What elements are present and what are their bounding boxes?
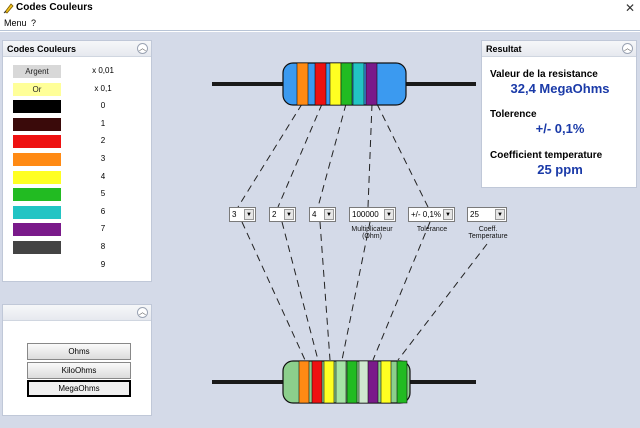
band-connector-line: [372, 221, 431, 361]
tolerance-select[interactable]: +/- 0,1% ▼: [408, 207, 455, 222]
resistor-band: [340, 62, 353, 106]
chevron-down-icon[interactable]: ▼: [284, 209, 294, 220]
coeff-select[interactable]: 25 ▼: [467, 207, 507, 222]
multiplier-select[interactable]: 100000 ▼: [349, 207, 396, 222]
top-resistor: [212, 62, 476, 106]
resistor-band: [323, 360, 335, 404]
band-connector-line: [317, 103, 347, 208]
select-value: 3: [232, 210, 237, 219]
band-connector-line: [237, 103, 303, 208]
chevron-down-icon[interactable]: ▼: [244, 209, 254, 220]
select-value: 4: [312, 210, 317, 219]
resistor-band: [367, 360, 379, 404]
resistor-band: [346, 360, 358, 404]
resistor-band: [358, 360, 370, 404]
resistor-band: [311, 360, 323, 404]
chevron-down-icon[interactable]: ▼: [324, 209, 334, 220]
select-value: +/- 0,1%: [411, 210, 442, 219]
multiplier-label-line2: (Ohm): [362, 233, 382, 240]
multiplier-label-line1: Multiplicateur: [351, 226, 393, 233]
chevron-down-icon[interactable]: ▼: [384, 209, 394, 220]
coeff-label-line2: Temperature: [468, 233, 508, 240]
resistor-band: [365, 62, 378, 106]
band-connector-line: [277, 103, 323, 208]
band-connector-line: [281, 221, 319, 361]
resistor-band: [380, 360, 392, 404]
digit2-select[interactable]: 2 ▼: [269, 207, 296, 222]
tolerance-label-field: Tolerance: [402, 226, 462, 233]
band-connector-line: [397, 243, 488, 361]
resistor-band: [296, 62, 309, 106]
band-connector-line: [241, 221, 306, 361]
select-value: 25: [470, 210, 479, 219]
bottom-resistor: [212, 360, 476, 404]
chevron-down-icon[interactable]: ▼: [443, 209, 453, 220]
multiplier-label: Multiplicateur (Ohm): [342, 226, 402, 240]
digit1-select[interactable]: 3 ▼: [229, 207, 256, 222]
resistor-band: [298, 360, 310, 404]
select-value: 100000: [352, 210, 379, 219]
band-connector-line: [341, 221, 371, 361]
chevron-down-icon[interactable]: ▼: [495, 209, 505, 220]
tolerance-label-line1: Tolerance: [416, 226, 448, 233]
resistor-band: [335, 360, 347, 404]
resistor-band: [352, 62, 365, 106]
resistor-band: [329, 62, 342, 106]
coeff-label-line1: Coeff.: [478, 226, 498, 233]
digit3-select[interactable]: 4 ▼: [309, 207, 336, 222]
resistor-band: [396, 360, 408, 404]
band-connector-line: [367, 103, 373, 208]
resistor-band: [314, 62, 327, 106]
select-value: 2: [272, 210, 277, 219]
coeff-label-field: Coeff. Temperature: [458, 226, 518, 240]
band-connector-line: [376, 103, 429, 208]
band-connector-line: [319, 221, 331, 361]
